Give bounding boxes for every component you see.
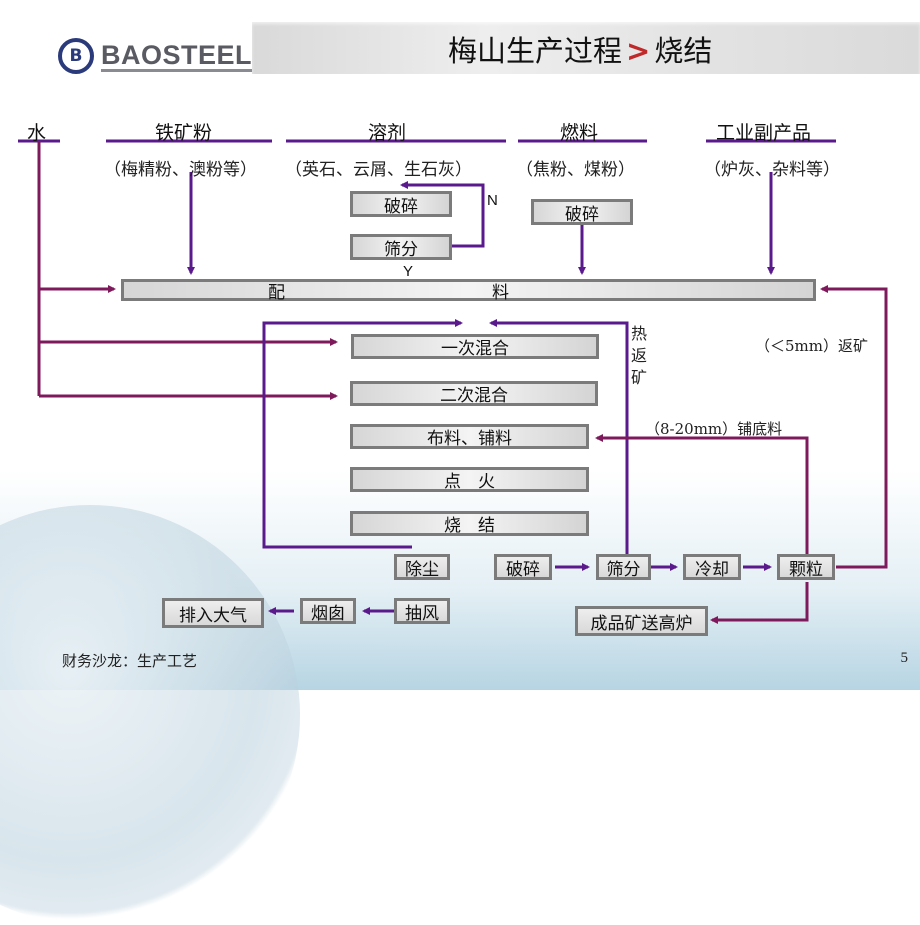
fine-return-label: （＜5mm）返矿 [755, 337, 868, 355]
input-byproduct: 工业副产品 [716, 122, 812, 144]
step-secondary-mixing: 二次混合 [350, 381, 598, 406]
product-to-blast-furnace: 成品矿送高炉 [575, 606, 708, 636]
batching-bar: 配 料 [121, 279, 816, 303]
footer-text: 财务沙龙：生产工艺 [62, 652, 198, 670]
step-charging: 布料、铺料 [350, 424, 589, 449]
input-water: 水 [27, 122, 47, 144]
step-ignition: 点 火 [350, 467, 589, 492]
release-to-atmosphere-box: 排入大气 [162, 598, 264, 628]
chimney-box: 烟囱 [300, 598, 356, 624]
batching-label-left: 配 [268, 282, 285, 303]
hot-return-label: 热 返 矿 [631, 324, 648, 387]
step-sintering: 烧 结 [350, 511, 589, 536]
flux-screen-box: 筛分 [350, 234, 452, 260]
input-fuel: 燃料 [560, 122, 599, 144]
hearth-layer-label: （8-20mm）铺底料 [645, 420, 783, 438]
input-iron-ore: 铁矿粉 [155, 122, 213, 144]
flux-yes-label: Y [403, 263, 414, 280]
flux-detail: （英石、云屑、生石灰） [285, 160, 472, 180]
step-primary-mixing: 一次混合 [351, 334, 599, 359]
flux-no-label: N [487, 192, 498, 209]
step-pelletizing: 颗粒 [777, 554, 835, 580]
product-to-furnace [710, 582, 809, 624]
byproduct-detail: （炉灰、杂料等） [704, 160, 840, 180]
step-crushing: 破碎 [494, 554, 552, 580]
fuel-detail: （焦粉、煤粉） [516, 160, 635, 180]
fuel-crush-box: 破碎 [531, 199, 633, 225]
page-number: 5 [900, 650, 909, 666]
iron-ore-detail: （梅精粉、澳粉等） [104, 160, 257, 180]
step-screening: 筛分 [596, 554, 651, 580]
step-cooling: 冷却 [683, 554, 741, 580]
fine-return-loop [820, 285, 888, 569]
input-flux: 溶剂 [368, 122, 407, 144]
flux-crush-box: 破碎 [350, 191, 452, 217]
batching-label-right: 料 [492, 282, 509, 303]
exhaust-fan-box: 抽风 [394, 598, 450, 624]
step-dust-removal: 除尘 [394, 554, 450, 580]
